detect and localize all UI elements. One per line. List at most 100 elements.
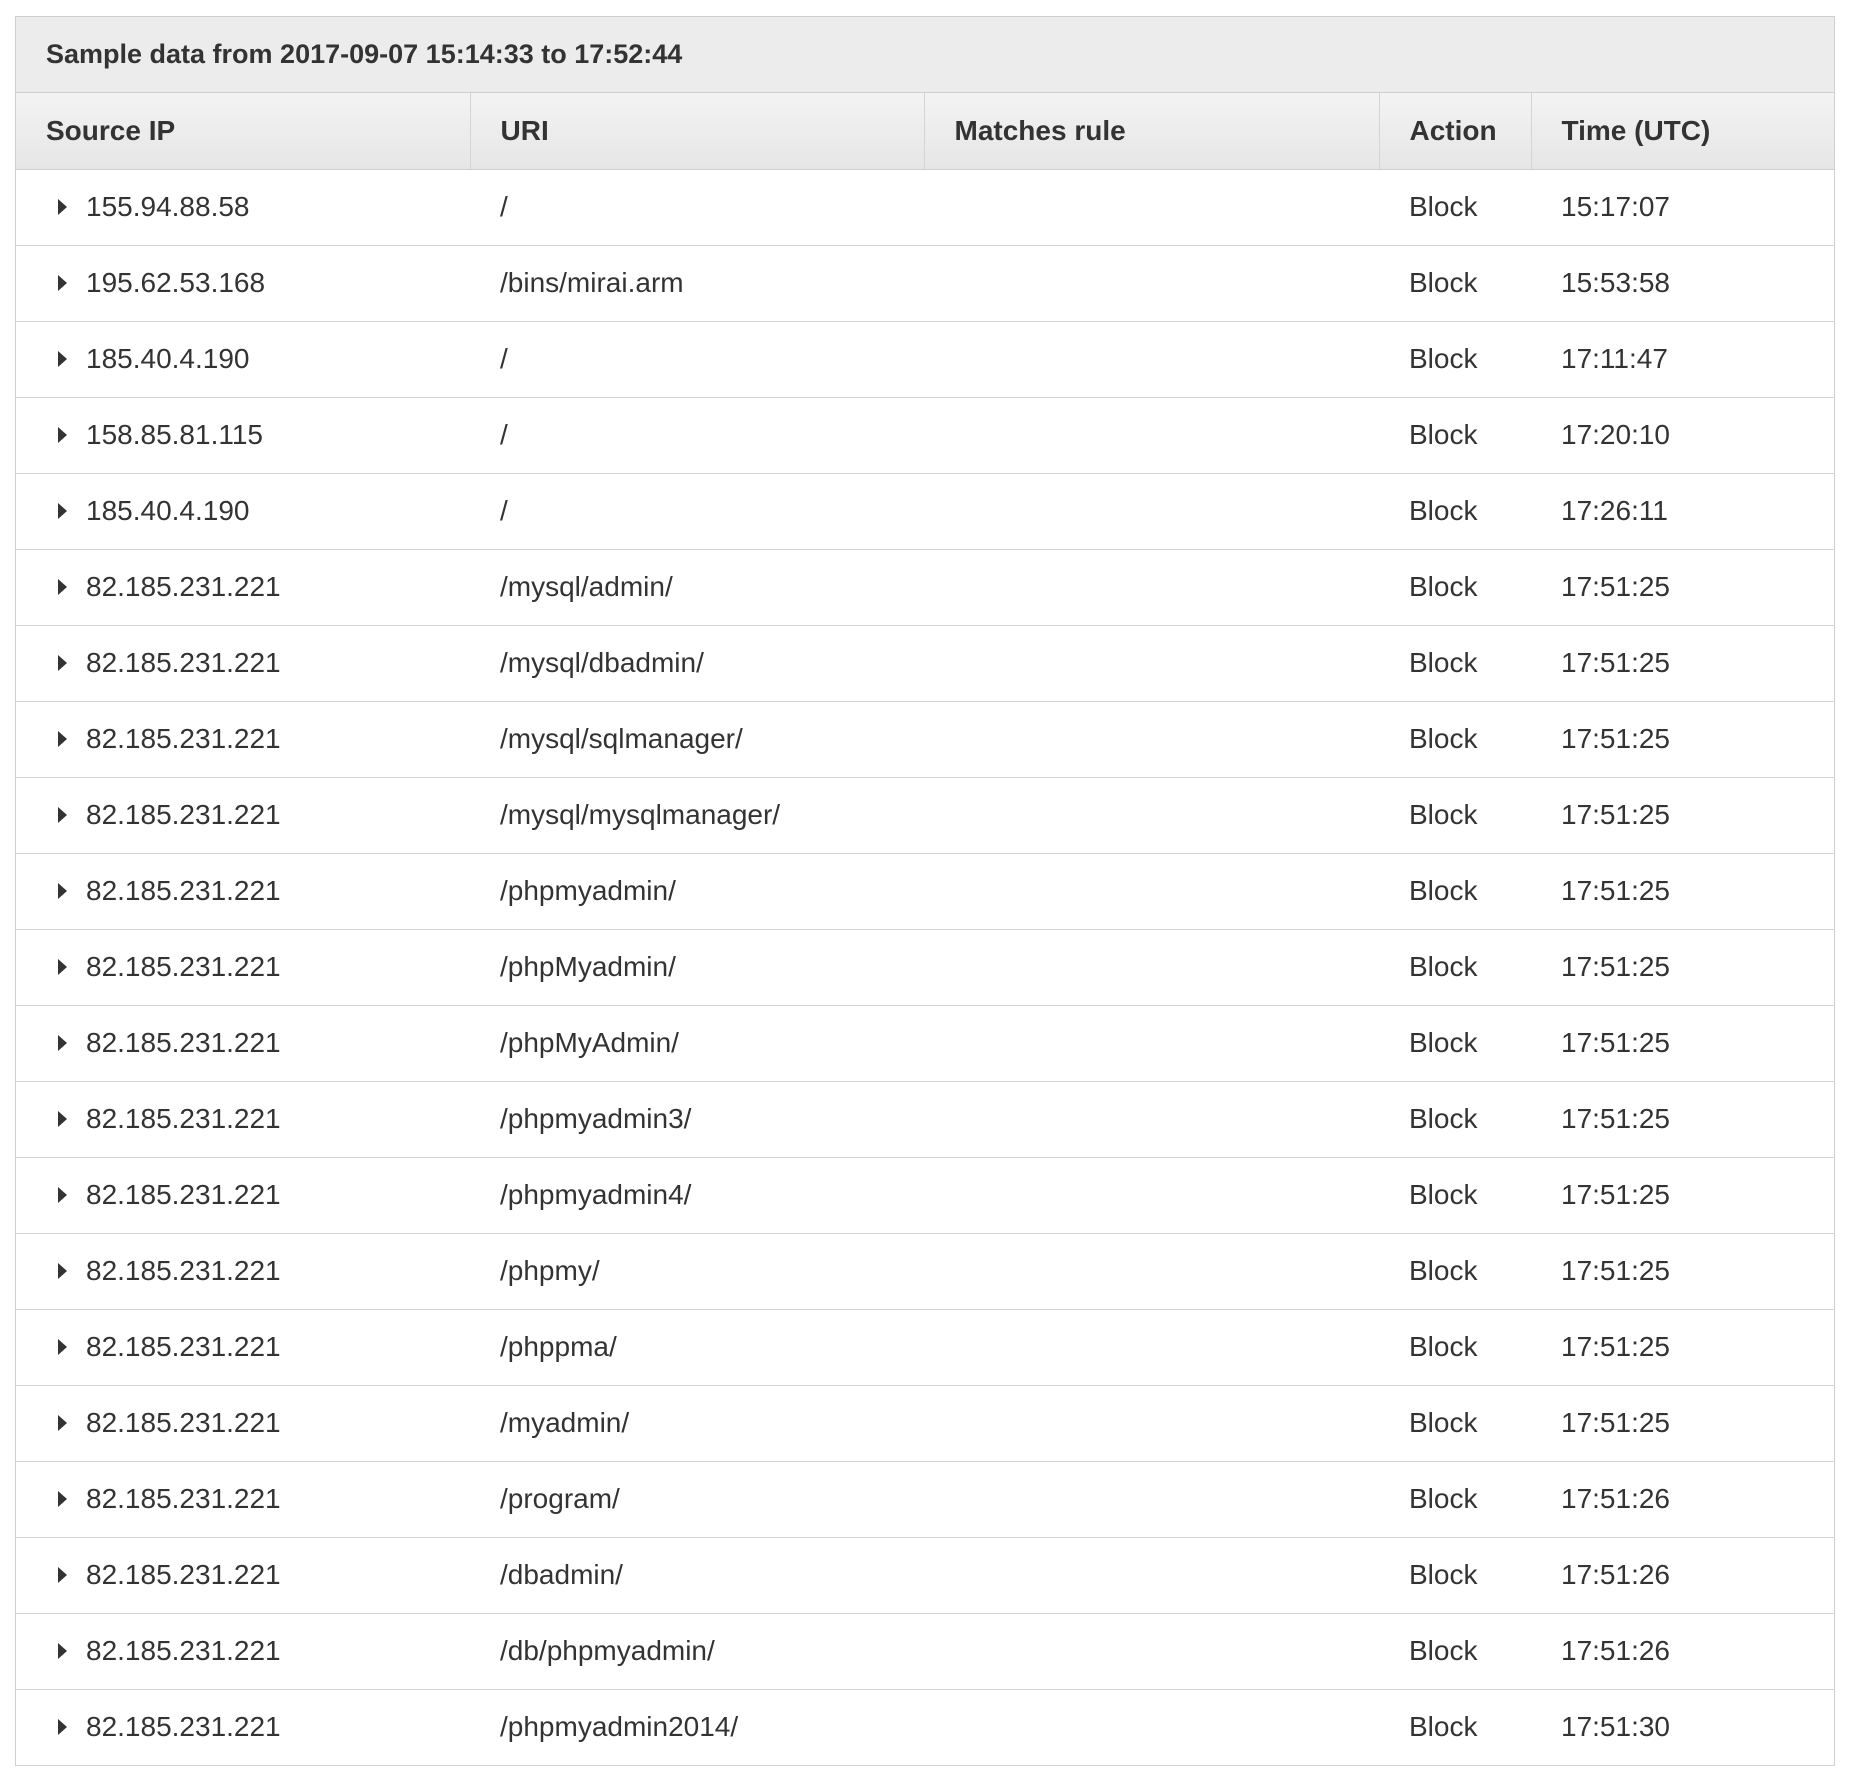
caret-right-icon[interactable] — [58, 350, 67, 367]
table-row[interactable]: 82.185.231.221/phpmyadmin2014/Block 17:51… — [16, 1689, 1834, 1766]
action-cell: Block — [1379, 1005, 1531, 1082]
source-ip-cell[interactable]: 82.185.231.221 — [16, 777, 470, 854]
caret-right-icon[interactable] — [58, 274, 67, 291]
caret-right-icon[interactable] — [58, 578, 67, 595]
caret-right-icon[interactable] — [58, 1186, 67, 1203]
action-cell: Block — [1379, 1233, 1531, 1310]
action-cell: Block — [1379, 1613, 1531, 1690]
table-row[interactable]: 82.185.231.221/phpMyAdmin/Block 17:51:25 — [16, 1005, 1834, 1082]
caret-right-icon[interactable] — [58, 730, 67, 747]
uri-cell: /phpmyadmin4/ — [470, 1157, 924, 1234]
uri-cell: /myadmin/ — [470, 1385, 924, 1462]
source-ip-cell[interactable]: 195.62.53.168 — [16, 245, 470, 322]
source-ip-cell[interactable]: 82.185.231.221 — [16, 1233, 470, 1310]
source-ip-cell[interactable]: 82.185.231.221 — [16, 1613, 470, 1690]
time-cell: 17:51:25 — [1531, 777, 1834, 854]
table-row[interactable]: 82.185.231.221/dbadmin/Block 17:51:26 — [16, 1537, 1834, 1614]
table-row[interactable]: 82.185.231.221/phpmy/Block 17:51:25 — [16, 1233, 1834, 1310]
caret-right-icon[interactable] — [58, 806, 67, 823]
caret-right-icon[interactable] — [58, 1262, 67, 1279]
table-row[interactable]: 82.185.231.221/myadmin/Block 17:51:25 — [16, 1385, 1834, 1462]
source-ip-value: 82.185.231.221 — [86, 723, 281, 754]
table-row[interactable]: 155.94.88.58 / Block 15:17:07 — [16, 169, 1834, 246]
matches-rule-cell — [924, 1689, 1379, 1766]
caret-right-icon[interactable] — [58, 654, 67, 671]
table-row[interactable]: 82.185.231.221/phppma/Block 17:51:25 — [16, 1309, 1834, 1386]
action-cell: Block — [1379, 321, 1531, 398]
source-ip-cell[interactable]: 82.185.231.221 — [16, 1005, 470, 1082]
caret-right-icon[interactable] — [58, 198, 67, 215]
time-cell: 17:51:25 — [1531, 929, 1834, 1006]
column-header-matches-rule: Matches rule — [923, 93, 1379, 170]
source-ip-cell[interactable]: 82.185.231.221 — [16, 549, 470, 626]
action-cell: Block — [1379, 549, 1531, 626]
source-ip-cell[interactable]: 82.185.231.221 — [16, 701, 470, 778]
source-ip-cell[interactable]: 185.40.4.190 — [16, 321, 470, 398]
uri-cell: /db/phpmyadmin/ — [470, 1613, 924, 1690]
matches-rule-cell — [924, 1537, 1379, 1614]
table-row[interactable]: 195.62.53.168/bins/mirai.arm Block 15:53:5… — [16, 245, 1834, 322]
caret-right-icon[interactable] — [58, 502, 67, 519]
caret-right-icon[interactable] — [58, 1034, 67, 1051]
caret-right-icon[interactable] — [58, 1338, 67, 1355]
caret-right-icon[interactable] — [58, 1414, 67, 1431]
source-ip-cell[interactable]: 82.185.231.221 — [16, 1385, 470, 1462]
action-cell: Block — [1379, 1081, 1531, 1158]
source-ip-value: 82.185.231.221 — [86, 1559, 281, 1590]
table-row[interactable]: 158.85.81.115 / Block 17:20:10 — [16, 397, 1834, 474]
matches-rule-cell — [924, 853, 1379, 930]
time-cell: 17:51:25 — [1531, 1233, 1834, 1310]
table-header: Source IP URI Matches rule Action Time (… — [16, 93, 1834, 170]
source-ip-cell[interactable]: 82.185.231.221 — [16, 1537, 470, 1614]
column-header-uri: URI — [469, 93, 924, 170]
source-ip-cell[interactable]: 185.40.4.190 — [16, 473, 470, 550]
column-header-source-ip: Source IP — [16, 93, 470, 170]
table-row[interactable]: 82.185.231.221/program/Block 17:51:26 — [16, 1461, 1834, 1538]
source-ip-value: 155.94.88.58 — [86, 191, 250, 222]
table-row[interactable]: 82.185.231.221/mysql/dbadmin/Block 17:51:… — [16, 625, 1834, 702]
table-row[interactable]: 82.185.231.221/phpmyadmin3/Block 17:51:25 — [16, 1081, 1834, 1158]
matches-rule-cell — [924, 549, 1379, 626]
source-ip-value: 82.185.231.221 — [86, 1331, 281, 1362]
source-ip-value: 82.185.231.221 — [86, 571, 281, 602]
caret-right-icon[interactable] — [58, 1490, 67, 1507]
action-cell: Block — [1379, 169, 1531, 246]
caret-right-icon[interactable] — [58, 1718, 67, 1735]
uri-cell: / — [470, 321, 924, 398]
source-ip-cell[interactable]: 158.85.81.115 — [16, 397, 470, 474]
uri-cell: /dbadmin/ — [470, 1537, 924, 1614]
source-ip-cell[interactable]: 82.185.231.221 — [16, 625, 470, 702]
time-cell: 17:51:26 — [1531, 1461, 1834, 1538]
caret-right-icon[interactable] — [58, 882, 67, 899]
matches-rule-cell — [924, 169, 1379, 246]
action-cell: Block — [1379, 1689, 1531, 1766]
source-ip-value: 185.40.4.190 — [86, 495, 250, 526]
source-ip-cell[interactable]: 82.185.231.221 — [16, 1157, 470, 1234]
uri-cell: /bins/mirai.arm — [470, 245, 924, 322]
source-ip-cell[interactable]: 82.185.231.221 — [16, 1461, 470, 1538]
table-row[interactable]: 185.40.4.190 / Block 17:11:47 — [16, 321, 1834, 398]
source-ip-cell[interactable]: 82.185.231.221 — [16, 853, 470, 930]
source-ip-cell[interactable]: 82.185.231.221 — [16, 1081, 470, 1158]
caret-right-icon[interactable] — [58, 958, 67, 975]
caret-right-icon[interactable] — [58, 1642, 67, 1659]
caret-right-icon[interactable] — [58, 1110, 67, 1127]
source-ip-cell[interactable]: 82.185.231.221 — [16, 1689, 470, 1766]
table-row[interactable]: 82.185.231.221/phpMyadmin/Block 17:51:25 — [16, 929, 1834, 1006]
table-row[interactable]: 82.185.231.221/phpmyadmin4/Block 17:51:25 — [16, 1157, 1834, 1234]
table-row[interactable]: 82.185.231.221/mysql/mysqlmanager/Block 1… — [16, 777, 1834, 854]
table-row[interactable]: 82.185.231.221/mysql/admin/Block 17:51:25 — [16, 549, 1834, 626]
caret-right-icon[interactable] — [58, 426, 67, 443]
action-cell: Block — [1379, 625, 1531, 702]
caret-right-icon[interactable] — [58, 1566, 67, 1583]
source-ip-cell[interactable]: 82.185.231.221 — [16, 1309, 470, 1386]
source-ip-value: 82.185.231.221 — [86, 1407, 281, 1438]
table-row[interactable]: 82.185.231.221/mysql/sqlmanager/Block 17:… — [16, 701, 1834, 778]
source-ip-cell[interactable]: 82.185.231.221 — [16, 929, 470, 1006]
table-row[interactable]: 82.185.231.221/db/phpmyadmin/Block 17:51:… — [16, 1613, 1834, 1690]
source-ip-value: 82.185.231.221 — [86, 647, 281, 678]
table-row[interactable]: 185.40.4.190 / Block 17:26:11 — [16, 473, 1834, 550]
source-ip-cell[interactable]: 155.94.88.58 — [16, 169, 470, 246]
table-row[interactable]: 82.185.231.221/phpmyadmin/Block 17:51:25 — [16, 853, 1834, 930]
time-cell: 17:51:25 — [1531, 853, 1834, 930]
